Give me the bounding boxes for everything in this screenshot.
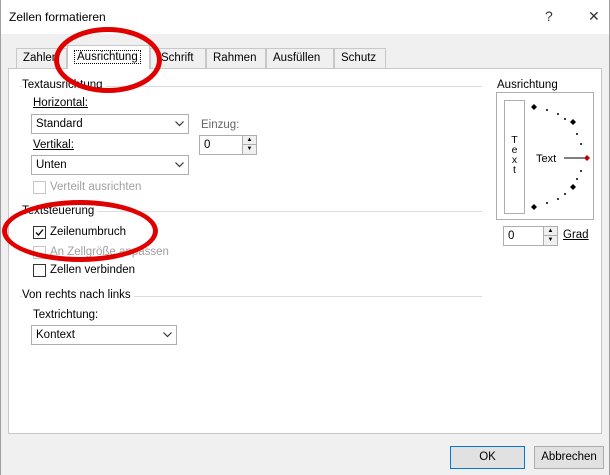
dialog-title: Zellen formatieren — [9, 10, 106, 24]
dial-handle[interactable] — [584, 155, 590, 161]
vertical-text-button[interactable]: T e x t — [504, 100, 525, 214]
vertical-text-letter: t — [513, 164, 516, 176]
tab-schutz[interactable]: Schutz — [334, 48, 386, 68]
text-alignment-group-label: Textausrichtung — [22, 79, 106, 91]
tab-rahmen[interactable]: Rahmen — [206, 48, 266, 68]
indent-label: Einzug: — [201, 119, 240, 131]
shrink-to-fit-checkbox[interactable] — [33, 246, 46, 259]
horizontal-value: Standard — [36, 118, 83, 130]
vertical-dropdown[interactable]: Unten — [31, 155, 189, 175]
tab-zahlen[interactable]: Zahlen — [16, 48, 67, 68]
chevron-down-icon — [170, 115, 188, 133]
justify-distributed-checkbox[interactable] — [33, 181, 46, 194]
chevron-down-icon — [158, 326, 176, 344]
orientation-group-label: Ausrichtung — [497, 79, 561, 91]
rtl-group-label: Von rechts nach links — [22, 289, 134, 301]
horizontal-dropdown[interactable]: Standard — [31, 114, 189, 134]
text-direction-value: Kontext — [36, 329, 75, 341]
vertical-value: Unten — [36, 159, 67, 171]
degrees-spinner[interactable]: 0 ▲ ▼ — [503, 226, 558, 246]
text-control-group-label: Textsteuerung — [22, 205, 98, 217]
text-direction-dropdown[interactable]: Kontext — [31, 325, 177, 345]
indent-spinner[interactable]: 0 ▲ ▼ — [199, 135, 257, 155]
spin-down-icon[interactable]: ▼ — [243, 145, 256, 154]
spin-up-icon[interactable]: ▲ — [544, 227, 557, 236]
tab-schrift[interactable]: Schrift — [150, 48, 206, 68]
justify-distributed-label: Verteilt ausrichten — [50, 181, 142, 193]
horizontal-label: Horizontal: — [33, 97, 88, 109]
spin-down-icon[interactable]: ▼ — [544, 236, 557, 245]
merge-cells-label: Zellen verbinden — [50, 264, 136, 276]
degrees-label: Grad — [563, 229, 589, 241]
text-direction-label: Textrichtung: — [33, 309, 99, 321]
dial-text: Text — [536, 153, 557, 165]
merge-cells-checkbox[interactable] — [33, 264, 46, 277]
tab-ausfuellen[interactable]: Ausfüllen — [266, 48, 334, 68]
indent-value: 0 — [204, 139, 211, 151]
shrink-to-fit-label: An Zellgröße anpassen — [50, 246, 169, 258]
close-icon[interactable]: ✕ — [588, 8, 600, 25]
spin-up-icon[interactable]: ▲ — [243, 136, 256, 145]
degrees-value: 0 — [508, 230, 515, 242]
help-button[interactable]: ? — [545, 8, 553, 24]
chevron-down-icon — [170, 156, 188, 174]
checkmark-icon — [35, 229, 44, 236]
wrap-text-checkbox[interactable] — [33, 226, 46, 239]
wrap-text-label: Zeilenumbruch — [50, 226, 127, 238]
window-border-left — [0, 0, 1, 475]
tab-ausrichtung[interactable]: Ausrichtung — [67, 45, 150, 69]
indent-spin-buttons[interactable]: ▲ ▼ — [242, 136, 256, 154]
ok-button[interactable]: OK — [450, 446, 525, 469]
vertical-label: Vertikal: — [33, 139, 74, 151]
cancel-button[interactable]: Abbrechen — [534, 446, 604, 469]
degrees-spin-buttons[interactable]: ▲ ▼ — [543, 227, 557, 245]
